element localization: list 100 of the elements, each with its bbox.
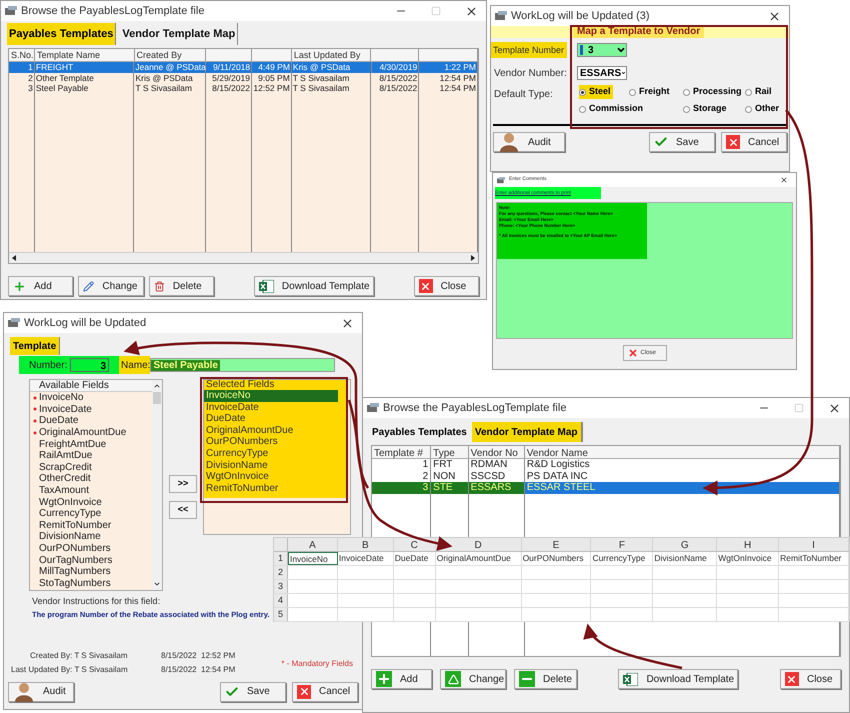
list-item[interactable]: FreightAmtDue	[30, 438, 151, 450]
radio-option[interactable]: Steel	[579, 85, 613, 99]
list-item[interactable]: OriginalAmountDue	[30, 426, 151, 438]
sheet-cell[interactable]: DivisionName	[653, 552, 718, 565]
column-letter: A	[288, 538, 338, 551]
sheet-cell[interactable]: CurrencyType	[591, 552, 654, 565]
add-button[interactable]: Add	[371, 669, 432, 689]
radio-option[interactable]: Other	[745, 102, 782, 116]
sheet-cell[interactable]: OurPONumbers	[522, 552, 592, 565]
sheet-cell[interactable]: InvoiceDate	[338, 552, 394, 565]
list-item[interactable]: DivisionName	[30, 531, 151, 543]
close-button[interactable]: Close	[780, 669, 841, 689]
sheet-cell[interactable]: InvoiceNo	[288, 552, 338, 565]
vendor-number-dropdown[interactable]: ESSARS	[577, 66, 627, 80]
name-field[interactable]: Steel Payable	[150, 358, 336, 372]
list-item[interactable]: TaxAmount	[30, 484, 151, 496]
scroll-thumb[interactable]	[153, 392, 161, 404]
move-button[interactable]: <<	[169, 501, 197, 519]
delete-button[interactable]: Delete	[514, 669, 577, 689]
download-template-button[interactable]: Download Template	[254, 276, 374, 296]
list-item[interactable]: InvoiceNo	[204, 390, 338, 402]
field-label: Number:	[29, 358, 68, 372]
list-item[interactable]: DivisionName	[204, 460, 338, 472]
scroll-down-icon[interactable]	[153, 580, 161, 588]
radio-button[interactable]	[683, 88, 690, 96]
radio-button[interactable]	[745, 106, 752, 112]
list-item[interactable]: InvoiceDate	[30, 404, 151, 416]
list-item[interactable]: OurPONumbers	[204, 436, 338, 448]
tab[interactable]: Vendor Template Map	[472, 422, 582, 442]
cancel-button[interactable]: Cancel	[292, 682, 358, 702]
radio-option[interactable]: Commission	[579, 102, 646, 116]
close-icon[interactable]	[780, 176, 788, 184]
scroll-left-icon[interactable]	[11, 255, 17, 261]
list-item[interactable]: RailAmtDue	[30, 450, 151, 462]
sheet-cell[interactable]: OriginalAmountDue	[436, 552, 522, 565]
close-icon[interactable]	[828, 402, 841, 414]
radio-option[interactable]: Processing	[683, 85, 744, 99]
maximize-icon[interactable]	[794, 403, 804, 413]
tab[interactable]: Template	[10, 337, 60, 355]
list-item[interactable]: OriginalAmountDue	[204, 424, 338, 436]
table-row[interactable]: 2 Other Template Kris @ PSData 5/29/2019 9:05 PM T S Sivasailam 8/15/2022 12:54 PM	[9, 72, 478, 83]
list-item[interactable]: CurrencyType	[30, 508, 151, 520]
list-item[interactable]: WgtOnInvoice	[30, 496, 151, 508]
change-button[interactable]: Change	[78, 276, 144, 296]
list-item[interactable]: InvoiceNo	[30, 392, 151, 404]
sheet-cell[interactable]: DueDate	[394, 552, 436, 565]
list-item[interactable]: DueDate	[30, 415, 151, 427]
radio-option[interactable]: Storage	[683, 102, 729, 116]
list-item[interactable]: OurTagNumbers	[30, 554, 151, 566]
close-button[interactable]: Close	[414, 276, 479, 296]
number-field[interactable]: 3	[70, 358, 109, 372]
tab[interactable]: Payables Templates	[7, 23, 116, 45]
save-button[interactable]: Save	[220, 682, 286, 702]
list-item[interactable]: CurrencyType	[204, 448, 338, 460]
table-row[interactable]: 3 STE ESSARS ESSAR STEEL	[372, 482, 840, 494]
radio-button[interactable]	[579, 88, 586, 96]
list-item[interactable]: RemitToNumber	[204, 482, 338, 494]
table-cell: Other Template	[34, 72, 134, 83]
list-item[interactable]: StoTagNumbers	[30, 578, 151, 590]
list-item[interactable]: MillTagNumbers	[30, 566, 151, 578]
list-item[interactable]: RemitToNumber	[30, 520, 151, 532]
close-icon[interactable]	[465, 4, 478, 18]
scrollbar[interactable]	[152, 380, 162, 590]
maximize-icon[interactable]	[431, 6, 441, 16]
field-label: Name:	[121, 358, 150, 372]
delete-button[interactable]: Delete	[148, 276, 214, 296]
table-row[interactable]: 1 FREIGHT Jeanne @ PSData 9/11/2018 4:49 PM Kris @ PSData 4/30/2019 1:22 PM	[9, 62, 478, 72]
audit-button[interactable]: Audit	[8, 682, 74, 702]
table-cell: 8/15/2022	[206, 83, 252, 94]
list-item[interactable]: OurPONumbers	[30, 542, 151, 554]
radio-button[interactable]	[683, 106, 690, 112]
radio-button[interactable]	[579, 106, 586, 112]
list-item[interactable]: OtherCredit	[30, 473, 151, 485]
list-item[interactable]: DueDate	[204, 413, 338, 425]
scroll-up-icon[interactable]	[153, 382, 161, 390]
person-icon	[13, 682, 35, 702]
sheet-cell[interactable]: WgtOnInvoice	[717, 552, 780, 565]
table-row[interactable]: 1 FRT RDMAN R&D Logistics	[372, 459, 840, 470]
list-item[interactable]: WgtOnInvoice	[204, 471, 338, 483]
table-cell: 4:49 PM	[252, 62, 292, 72]
sheet-cell[interactable]: RemitToNumber	[779, 552, 849, 565]
list-item[interactable]: InvoiceDate	[204, 402, 338, 414]
radio-button[interactable]	[629, 88, 636, 96]
close-icon[interactable]	[341, 316, 354, 330]
table-row[interactable]: 3 Steel Payable T S Sivasailam 8/15/2022 12:52 PM T S Sivasailam 8/15/2022 12:54 PM	[9, 83, 478, 94]
download-template-button[interactable]: Download Template	[618, 669, 738, 689]
add-button[interactable]: Add	[8, 276, 74, 296]
radio-option[interactable]: Rail	[745, 85, 774, 99]
tab[interactable]: Vendor Template Map	[120, 23, 238, 45]
list-item[interactable]: ScrapCredit	[30, 462, 151, 474]
cancel-button[interactable]: Cancel	[721, 132, 787, 152]
radio-option[interactable]: Freight	[629, 85, 672, 99]
move-button[interactable]: >>	[169, 475, 197, 493]
radio-button[interactable]	[745, 88, 752, 96]
audit-button[interactable]: Audit	[493, 132, 565, 152]
template-number-dropdown[interactable]: 3	[577, 43, 627, 57]
save-button[interactable]: Save	[649, 132, 715, 152]
change-button[interactable]: Change	[440, 669, 506, 689]
scroll-right-icon[interactable]	[470, 255, 476, 261]
close-icon[interactable]	[768, 10, 781, 22]
